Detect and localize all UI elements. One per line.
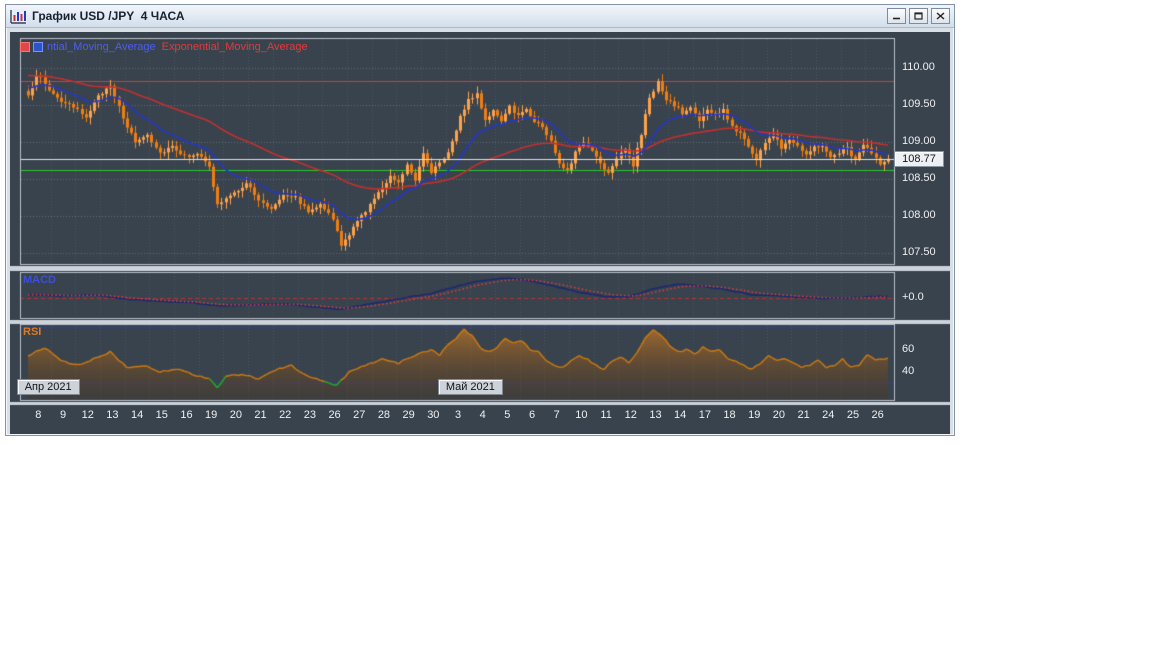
time-axis-label: 5 (504, 409, 511, 421)
time-axis-label: 30 (427, 409, 440, 421)
legend-swatch-blue[interactable] (33, 42, 43, 52)
time-axis-label: 9 (59, 409, 67, 421)
chart-window: График USD /JPY 4 ЧАСА ntial_Moving_Aver… (5, 4, 955, 436)
time-axis-label: 26 (871, 409, 884, 421)
time-axis-label: 13 (106, 409, 119, 421)
month-badge-april: Апр 2021 (16, 379, 80, 395)
time-axis-label: 11 (600, 409, 612, 421)
time-axis-label: 6 (528, 409, 536, 421)
time-axis-label: 23 (303, 409, 316, 421)
time-axis-label: 7 (553, 409, 560, 421)
current-price-tag: 108.77 (894, 151, 944, 167)
time-axis-label: 26 (328, 409, 341, 421)
price-axis-label: 107.50 (902, 246, 936, 258)
time-axis-label: 17 (698, 409, 711, 421)
time-axis-label: 29 (402, 409, 415, 421)
price-axis-label: 108.50 (902, 172, 936, 184)
rsi-axis-label: 40 (902, 365, 915, 377)
price-axis-label: 109.50 (902, 98, 936, 110)
macd-axis-label: +0.0 (902, 291, 924, 303)
month-badge-may: Май 2021 (437, 379, 503, 395)
chart-app-icon (10, 8, 27, 24)
time-axis-label: 27 (353, 409, 366, 421)
price-axis-label: 110.00 (902, 61, 935, 73)
time-axis-label: 12 (624, 409, 637, 421)
time-axis-label: 19 (748, 409, 761, 421)
time-axis-label: 10 (575, 409, 588, 421)
chart-client-area: ntial_Moving_Average Exponential_Moving_… (10, 32, 950, 434)
titlebar[interactable]: График USD /JPY 4 ЧАСА (6, 5, 954, 28)
rsi-panel-label: RSI (23, 326, 42, 338)
time-axis-label: 24 (822, 409, 835, 421)
time-axis-label: 4 (479, 409, 486, 421)
price-axis-label: 108.00 (902, 209, 936, 221)
minimize-button[interactable] (887, 8, 906, 24)
chart-legend: ntial_Moving_Average Exponential_Moving_… (20, 41, 308, 53)
time-axis-label: 21 (797, 409, 810, 421)
time-axis-label: 15 (155, 409, 168, 421)
time-axis-label: 14 (674, 409, 687, 421)
price-axis-label: 109.00 (902, 135, 936, 147)
time-axis-label: 20 (229, 409, 242, 421)
window-controls (887, 8, 950, 24)
time-axis-label: 14 (130, 409, 144, 421)
time-axis-label: 13 (649, 409, 662, 421)
ema-fast-legend-label: ntial_Moving_Average (47, 41, 156, 53)
time-axis-label: 19 (205, 409, 218, 421)
time-axis-label: 28 (377, 409, 391, 421)
close-button[interactable] (931, 8, 950, 24)
time-axis-label: 12 (81, 409, 94, 421)
time-axis-label: 25 (846, 409, 860, 421)
time-axis-label: 16 (180, 409, 193, 421)
price-chart-canvas[interactable] (10, 32, 950, 434)
time-axis-label: 20 (772, 409, 786, 421)
maximize-button[interactable] (909, 8, 928, 24)
macd-panel-label: MACD (23, 274, 56, 286)
time-axis-label: 3 (454, 409, 462, 421)
time-axis-label: 21 (254, 409, 267, 421)
time-axis-label: 18 (723, 409, 736, 421)
window-title: График USD /JPY 4 ЧАСА (32, 9, 185, 23)
legend-swatch-red[interactable] (20, 42, 30, 52)
time-axis-label: 8 (35, 409, 42, 421)
rsi-axis-label: 60 (902, 343, 915, 355)
ema-slow-legend-label: Exponential_Moving_Average (161, 41, 308, 53)
time-axis-label: 22 (279, 409, 292, 421)
